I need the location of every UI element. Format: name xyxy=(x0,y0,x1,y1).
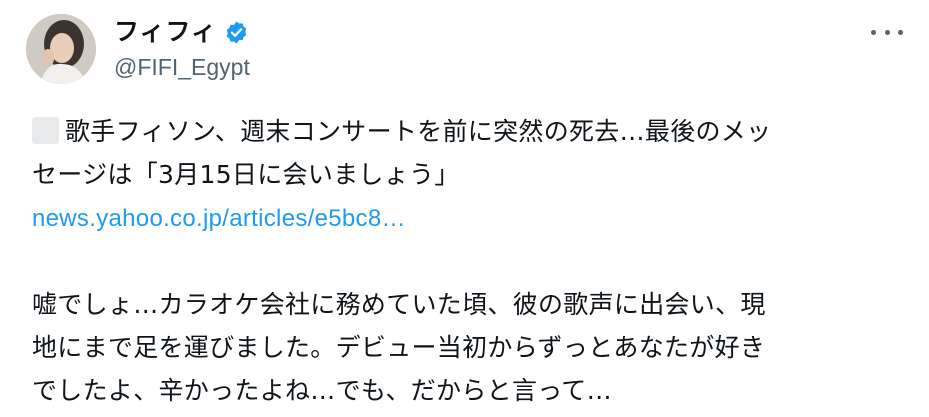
tweet-body-line-3: でしたよ、辛かったよね…でも、だからと言って… xyxy=(32,376,612,405)
avatar[interactable] xyxy=(26,14,96,84)
tweet-body-line-2: 地にまで足を運びました。デビュー当初からずっとあなたが好き xyxy=(32,333,766,362)
author-name-row: フィフィ xyxy=(114,14,249,50)
tweet-text: 歌手フィソン、週末コンサートを前に突然の死去…最後のメッ セージは「3月15日に… xyxy=(32,110,912,412)
emoji-placeholder-icon xyxy=(32,117,59,144)
tweet-headline-line-2: セージは「3月15日に会いましょう」 xyxy=(32,160,460,189)
tweet-body-line-1: 嘘でしょ…カラオケ会社に務めていた頃、彼の歌声に出会い、現 xyxy=(32,290,766,319)
more-options-button[interactable] xyxy=(871,20,903,44)
tweet-headline-text: 歌手フィソン、週末コンサートを前に突然の死去…最後のメッ xyxy=(65,117,772,146)
more-horizontal-icon xyxy=(884,29,890,35)
tweet-headline-line-1: 歌手フィソン、週末コンサートを前に突然の死去…最後のメッ xyxy=(32,110,912,153)
author-handle[interactable]: @FIFI_Egypt xyxy=(114,52,250,82)
more-horizontal-icon xyxy=(898,29,903,35)
article-link[interactable]: news.yahoo.co.jp/articles/e5bc8… xyxy=(32,205,406,232)
verified-badge-icon[interactable] xyxy=(224,20,249,45)
avatar-photo xyxy=(26,14,96,84)
more-horizontal-icon xyxy=(871,29,876,35)
author-display-name[interactable]: フィフィ xyxy=(114,14,217,50)
